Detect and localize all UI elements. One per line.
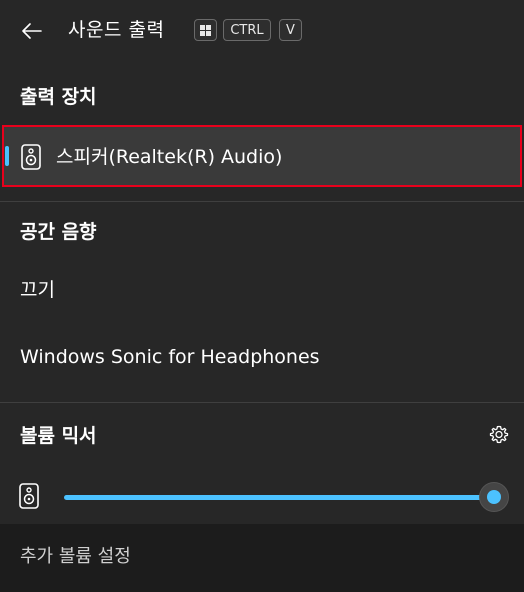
shortcut-key-v: V xyxy=(279,19,302,41)
windows-key-icon xyxy=(200,24,211,36)
output-device-speaker[interactable]: 스피커(Realtek(R) Audio) xyxy=(2,125,522,187)
sound-output-flyout: 사운드 출력 CTRL V 출력 장치 스피커(Realtek(R) Audio… xyxy=(0,0,524,592)
speaker-icon xyxy=(19,483,39,509)
more-volume-settings-link[interactable]: 추가 볼륨 설정 xyxy=(20,544,131,570)
header: 사운드 출력 CTRL V xyxy=(0,0,524,62)
footer: 추가 볼륨 설정 xyxy=(0,524,524,592)
volume-mixer-settings-button[interactable] xyxy=(486,422,512,448)
back-button[interactable] xyxy=(16,16,48,46)
selected-indicator xyxy=(5,146,9,166)
page-title: 사운드 출력 xyxy=(68,19,165,41)
shortcut-key-win xyxy=(194,19,217,41)
volume-slider-thumb-center xyxy=(487,490,501,504)
volume-row xyxy=(0,472,524,522)
shortcut-key-ctrl: CTRL xyxy=(223,19,271,41)
output-devices-heading: 출력 장치 xyxy=(20,86,97,108)
gear-icon xyxy=(489,425,509,444)
back-arrow-icon xyxy=(22,23,42,39)
divider xyxy=(0,201,524,202)
divider xyxy=(0,402,524,403)
option-label: 끄기 xyxy=(20,279,55,301)
volume-slider-thumb[interactable] xyxy=(479,482,509,512)
volume-mixer-heading: 볼륨 믹서 xyxy=(20,425,97,447)
speaker-icon xyxy=(21,144,41,170)
spatial-sound-heading: 공간 음향 xyxy=(20,221,97,243)
option-label: Windows Sonic for Headphones xyxy=(20,346,320,368)
spatial-sound-option-off[interactable]: 끄기 xyxy=(0,265,524,315)
volume-slider-track[interactable] xyxy=(64,495,494,500)
output-device-label: 스피커(Realtek(R) Audio) xyxy=(56,146,283,168)
spatial-sound-option-windows-sonic[interactable]: Windows Sonic for Headphones xyxy=(0,332,524,382)
